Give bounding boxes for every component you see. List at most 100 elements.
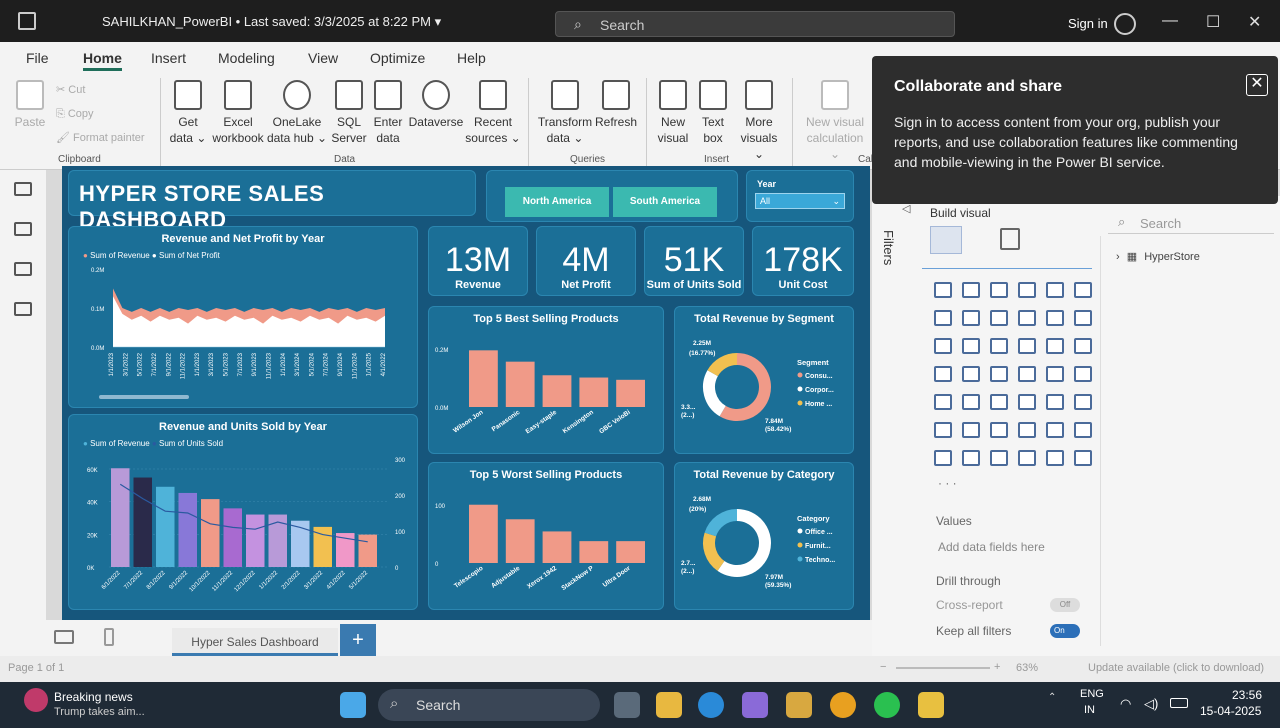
cross-report-toggle[interactable]: Off (1050, 598, 1080, 612)
cut-button[interactable]: ✂ Cut (56, 82, 85, 98)
visual-type-icon[interactable] (1018, 394, 1036, 410)
visual-type-icon[interactable] (962, 450, 980, 466)
close-icon[interactable]: ✕ (1246, 74, 1268, 96)
visual-type-icon[interactable] (990, 422, 1008, 438)
year-dropdown[interactable]: All ⌄ (755, 193, 845, 209)
visual-type-icon[interactable] (934, 366, 952, 382)
onelake-button[interactable]: OneLake data hub ⌄ (266, 80, 328, 146)
best-products-chart[interactable]: Top 5 Best Selling Products 0.2M 0.0M Wils… (428, 306, 664, 454)
task-view-icon[interactable] (614, 692, 640, 718)
filters-tab[interactable]: Filters (881, 230, 896, 265)
excel-workbook-button[interactable]: Excel workbook (210, 80, 266, 146)
visual-type-icon[interactable] (1074, 338, 1092, 354)
volume-icon[interactable]: ◁) (1144, 696, 1158, 712)
menu-modeling[interactable]: Modeling (218, 50, 275, 66)
worst-products-chart[interactable]: Top 5 Worst Selling Products 100 0 Telesco… (428, 462, 664, 610)
clock-date[interactable]: 15-04-2025 (1200, 704, 1261, 718)
update-available-link[interactable]: Update available (click to download) (1088, 662, 1264, 674)
visual-type-icon[interactable] (962, 394, 980, 410)
model-view-icon[interactable] (14, 262, 32, 276)
add-page-button[interactable]: + (340, 624, 376, 656)
zoom-out-icon[interactable]: − (880, 661, 886, 673)
zoom-slider[interactable] (896, 667, 990, 669)
visual-type-icon[interactable] (1046, 394, 1064, 410)
visual-type-icon[interactable] (990, 338, 1008, 354)
maximize-icon[interactable]: ☐ (1206, 12, 1220, 32)
avatar-icon[interactable] (1114, 13, 1136, 35)
menu-help[interactable]: Help (457, 50, 486, 66)
dataverse-button[interactable]: Dataverse (408, 80, 464, 130)
visual-type-icon[interactable] (962, 366, 980, 382)
paste-button[interactable]: Paste (12, 80, 48, 130)
close-window-icon[interactable]: ✕ (1248, 12, 1261, 32)
sql-server-button[interactable]: SQL Server (330, 80, 368, 146)
minimize-icon[interactable]: — (1162, 12, 1178, 30)
zoom-in-icon[interactable]: + (994, 661, 1000, 673)
file-explorer-icon[interactable] (656, 692, 682, 718)
store-icon[interactable] (786, 692, 812, 718)
visual-type-icon[interactable] (1018, 338, 1036, 354)
visual-type-icon[interactable] (1074, 282, 1092, 298)
news-subtitle[interactable]: Trump takes aim... (54, 706, 145, 718)
visual-type-icon[interactable] (990, 310, 1008, 326)
report-view-icon[interactable] (14, 182, 32, 196)
visual-type-icon[interactable] (934, 422, 952, 438)
data-search-box[interactable]: ⌕ Search (1108, 212, 1274, 234)
visual-type-icon[interactable] (962, 338, 980, 354)
keep-filters-toggle[interactable]: On (1050, 624, 1080, 638)
region-north-america[interactable]: North America (505, 187, 609, 217)
enter-data-button[interactable]: Enter data (370, 80, 406, 146)
category-donut-chart[interactable]: Total Revenue by Category 2.68M (20%) 2.7.… (674, 462, 854, 610)
copy-button[interactable]: ⎘ Copy (56, 106, 94, 122)
visual-type-icon[interactable] (1074, 310, 1092, 326)
visual-type-icon[interactable] (1018, 310, 1036, 326)
visual-type-icon[interactable] (1046, 282, 1064, 298)
menu-file[interactable]: File (26, 50, 49, 66)
powerbi-icon[interactable] (918, 692, 944, 718)
copilot-icon[interactable] (742, 692, 768, 718)
data-tree-item[interactable]: › ▦ HyperStore (1116, 250, 1200, 263)
visual-type-icon[interactable] (990, 282, 1008, 298)
chevron-up-icon[interactable]: ⌃ (1048, 692, 1056, 703)
dax-query-view-icon[interactable] (14, 302, 32, 316)
format-visual-icon[interactable] (1000, 228, 1020, 250)
region-south-america[interactable]: South America (613, 187, 717, 217)
get-data-button[interactable]: Get data ⌄ (166, 80, 210, 146)
windows-start-icon[interactable] (340, 692, 366, 718)
battery-icon[interactable] (1170, 698, 1188, 708)
window-title[interactable]: SAHILKHAN_PowerBI • Last saved: 3/3/2025… (102, 14, 441, 30)
menu-view[interactable]: View (308, 50, 338, 66)
refresh-button[interactable]: Refresh (594, 80, 638, 130)
wifi-icon[interactable]: ◠ (1120, 696, 1131, 712)
visual-type-icon[interactable] (1018, 366, 1036, 382)
transform-data-button[interactable]: Transform data ⌄ (536, 80, 594, 146)
language-region[interactable]: IN (1084, 704, 1095, 716)
mobile-layout-icon[interactable] (104, 628, 114, 646)
visual-type-icon[interactable] (1074, 366, 1092, 382)
whatsapp-icon[interactable] (874, 692, 900, 718)
visual-type-icon[interactable] (1074, 422, 1092, 438)
visual-type-icon[interactable] (1046, 310, 1064, 326)
visual-type-icon[interactable] (1018, 450, 1036, 466)
clock-time[interactable]: 23:56 (1232, 688, 1262, 702)
values-well[interactable]: Add data fields here (938, 540, 1045, 554)
menu-optimize[interactable]: Optimize (370, 50, 425, 66)
desktop-layout-icon[interactable] (54, 630, 74, 644)
edge-icon[interactable] (698, 692, 724, 718)
new-visual-calculation-button[interactable]: New visual calculation ⌄ (800, 80, 870, 162)
news-title[interactable]: Breaking news (54, 690, 133, 704)
visual-type-icon[interactable] (934, 282, 952, 298)
table-view-icon[interactable] (14, 222, 32, 236)
text-box-button[interactable]: Text box (694, 80, 732, 146)
new-visual-button[interactable]: New visual (654, 80, 692, 146)
visual-type-icon[interactable] (962, 422, 980, 438)
visual-type-icon[interactable] (1074, 394, 1092, 410)
chrome-icon[interactable] (830, 692, 856, 718)
visual-type-icon[interactable] (934, 310, 952, 326)
visual-type-icon[interactable] (962, 282, 980, 298)
visual-type-icon[interactable] (934, 338, 952, 354)
recent-sources-button[interactable]: Recent sources ⌄ (464, 80, 522, 146)
more-visuals-ellipsis[interactable]: · · · (938, 476, 957, 490)
visual-type-icon[interactable] (1046, 450, 1064, 466)
visual-type-icon[interactable] (934, 450, 952, 466)
